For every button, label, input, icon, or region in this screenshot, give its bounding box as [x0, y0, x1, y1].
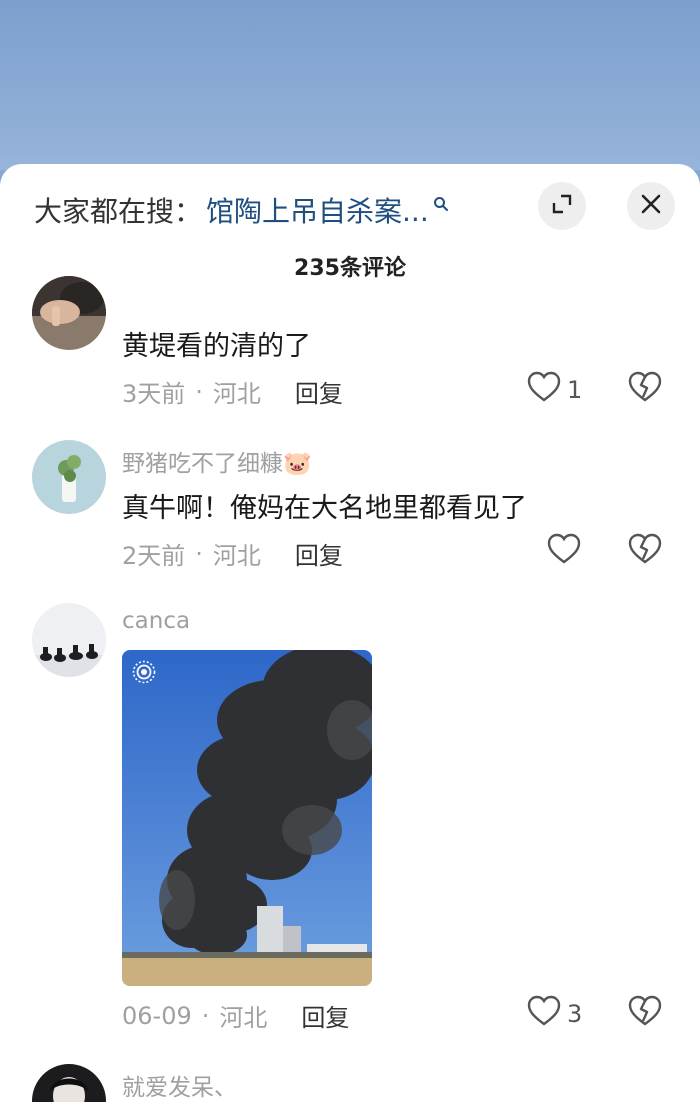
comment-location: 河北 [219, 1004, 268, 1032]
like-count: 1 [567, 376, 583, 404]
expand-button[interactable] [538, 182, 586, 230]
comment-meta: 06-09 · 河北 回复 [122, 998, 349, 1033]
comment-location: 河北 [212, 380, 261, 408]
like-button[interactable]: 1 [527, 371, 582, 409]
username[interactable]: 野猪吃不了细糠🐷 [122, 444, 312, 478]
heart-icon [547, 533, 581, 571]
avatar[interactable] [32, 440, 106, 514]
comment-time: 2天前 [122, 542, 186, 570]
broken-heart-icon [628, 371, 662, 407]
comment-text: 真牛啊！俺妈在大名地里都看见了 [122, 493, 527, 524]
close-button[interactable] [627, 182, 675, 230]
comment-location: 河北 [212, 542, 261, 570]
avatar[interactable] [32, 603, 106, 677]
reply-button[interactable]: 回复 [295, 536, 343, 571]
expand-icon [550, 192, 574, 220]
username[interactable]: canca [122, 608, 190, 634]
comment-meta: 2天前 · 河北 回复 [122, 536, 343, 571]
like-count: 3 [567, 1000, 583, 1028]
meta-separator: · [195, 377, 203, 406]
broken-heart-icon [628, 995, 662, 1031]
avatar[interactable] [32, 276, 106, 350]
username[interactable]: 就爱发呆、 [122, 1068, 237, 1102]
broken-heart-icon [628, 533, 662, 569]
comment-meta: 3天前 · 河北 回复 [122, 374, 343, 409]
comment-image[interactable] [122, 650, 372, 986]
dislike-button[interactable] [628, 995, 662, 1031]
hot-search-bar[interactable]: 大家都在搜： 馆陶上吊自杀案... [34, 190, 449, 230]
dislike-button[interactable] [628, 371, 662, 407]
search-icon [433, 186, 449, 219]
heart-icon [527, 371, 561, 409]
comment-sheet: 大家都在搜： 馆陶上吊自杀案... 235条评论 黄堤看的清的了 3天前 · 河… [0, 164, 700, 1102]
heart-icon [527, 995, 561, 1033]
avatar[interactable] [32, 1064, 106, 1102]
hot-search-term[interactable]: 馆陶上吊自杀案... [206, 190, 429, 230]
like-button[interactable]: 3 [527, 995, 582, 1033]
hot-search-prefix: 大家都在搜： [34, 195, 203, 228]
comment-time: 06-09 [122, 1001, 192, 1030]
video-background [0, 0, 700, 170]
live-photo-icon [132, 660, 156, 688]
like-button[interactable] [547, 533, 581, 571]
comment-time: 3天前 [122, 380, 186, 408]
dislike-button[interactable] [628, 533, 662, 569]
comment-count: 235条评论 [294, 256, 406, 281]
comment-text: 黄堤看的清的了 [122, 331, 311, 362]
reply-button[interactable]: 回复 [295, 374, 343, 409]
meta-separator: · [195, 539, 203, 568]
close-icon [640, 193, 662, 219]
meta-separator: · [201, 1001, 210, 1030]
reply-button[interactable]: 回复 [301, 998, 349, 1033]
